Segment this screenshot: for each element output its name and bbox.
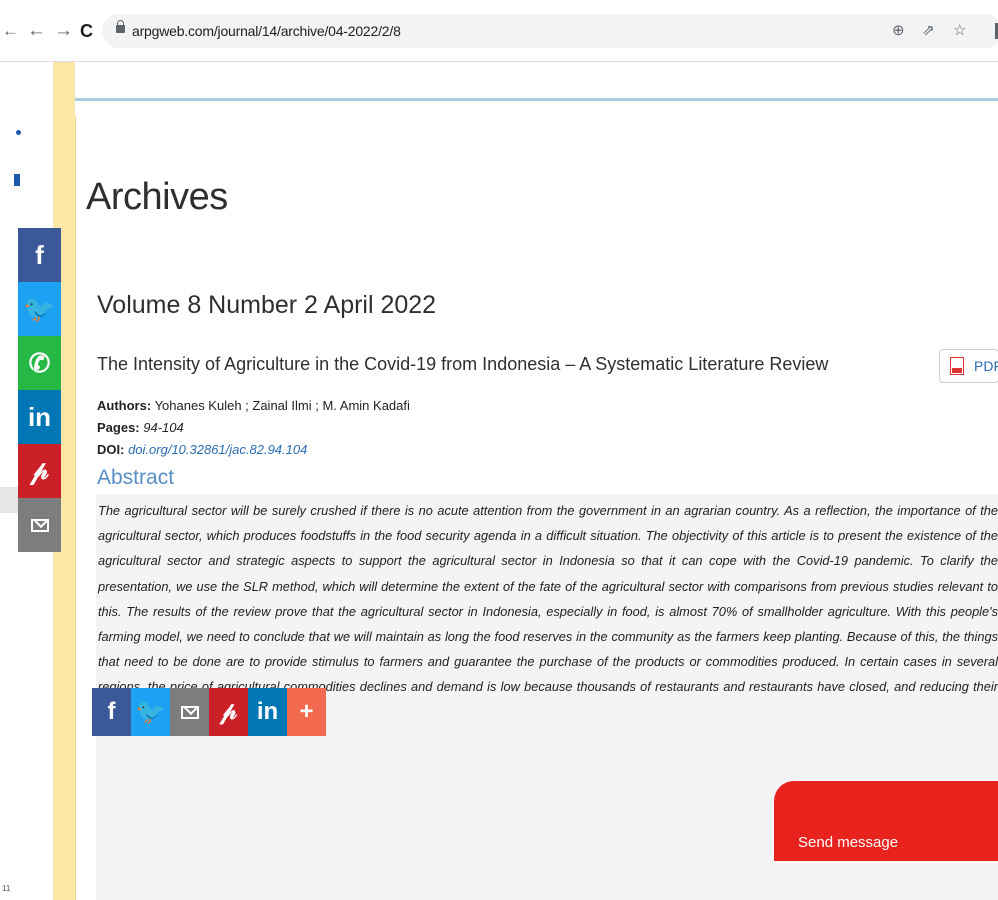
send-message-label[interactable]: Send message [798,834,898,851]
email-icon [30,518,49,532]
side-share-pinterest-button[interactable]: 𝓅 [18,444,61,498]
bottom-share-facebook-button[interactable]: f [92,688,131,736]
authors-value: Yohanes Kuleh ; Zainal Ilmi ; M. Amin Ka… [154,398,410,413]
reload-button[interactable]: C [80,20,93,42]
side-share-email-button[interactable] [18,498,61,552]
bottom-share-more-button[interactable]: + [287,688,326,736]
zoom-icon[interactable]: ⊕ [892,21,905,39]
doi-line: DOI: doi.org/10.32861/jac.82.94.104 [97,442,307,457]
pages-value: 94-104 [143,420,184,435]
pdf-icon [950,357,964,375]
forward-button[interactable]: → [54,20,73,42]
pinterest-icon: 𝓅 [30,455,49,485]
main-content: Archives Volume 8 Number 2 April 2022 Th… [75,116,998,900]
pages-line: Pages: 94-104 [97,420,184,435]
browser-toolbar: ← ← → C arpgweb.com/journal/14/archive/0… [0,0,998,62]
linkedin-icon: in [27,401,52,432]
bottom-share-twitter-button[interactable]: 🐦 [131,688,170,736]
pages-label: Pages: [97,420,140,435]
back-button[interactable]: ← [27,20,46,42]
address-bar[interactable]: arpgweb.com/journal/14/archive/04-2022/2… [102,14,998,48]
doi-link[interactable]: doi.org/10.32861/jac.82.94.104 [128,442,307,457]
gutter-dot [16,130,21,135]
page-title: Archives [86,176,228,218]
back-arrow-icon[interactable]: ← [2,21,19,41]
twitter-icon: 🐦 [23,293,56,324]
email-icon [180,705,199,719]
bottom-share-bar: f 🐦 𝓅 in + [92,688,326,736]
more-icon: + [299,698,314,725]
bottom-share-linkedin-button[interactable]: in [248,688,287,736]
volume-heading: Volume 8 Number 2 April 2022 [97,291,437,319]
side-share-linkedin-button[interactable]: in [18,390,61,444]
authors-label: Authors: [97,398,152,413]
linkedin-icon: in [256,698,279,725]
twitter-icon: 🐦 [135,698,166,726]
bottom-share-email-button[interactable] [170,688,209,736]
gutter-number: 11 [2,884,11,893]
gutter-marker [14,174,20,186]
whatsapp-icon: ✆ [28,347,51,378]
abstract-heading: Abstract [97,466,175,489]
side-share-twitter-button[interactable]: 🐦 [18,282,61,336]
lock-icon[interactable] [116,20,125,33]
doi-label: DOI: [97,442,125,457]
side-share-bar: f 🐦 ✆ in 𝓅 [18,228,61,552]
share-icon[interactable]: ⇗ [922,21,935,39]
bookmark-star-icon[interactable]: ☆ [953,21,966,39]
pdf-download-button[interactable]: PDF [939,349,998,383]
side-share-whatsapp-button[interactable]: ✆ [18,336,61,390]
facebook-icon: f [107,698,116,725]
url-text[interactable]: arpgweb.com/journal/14/archive/04-2022/2… [132,23,401,39]
article-title: The Intensity of Agriculture in the Covi… [97,354,829,374]
side-share-facebook-button[interactable]: f [18,228,61,282]
send-message-widget[interactable]: Send message [774,781,998,861]
header-divider [75,98,998,101]
authors-line: Authors: Yohanes Kuleh ; Zainal Ilmi ; M… [97,398,410,413]
pdf-label: PDF [974,358,998,374]
facebook-icon: f [35,239,44,270]
bottom-share-pinterest-button[interactable]: 𝓅 [209,688,248,736]
pinterest-icon: 𝓅 [219,698,238,725]
